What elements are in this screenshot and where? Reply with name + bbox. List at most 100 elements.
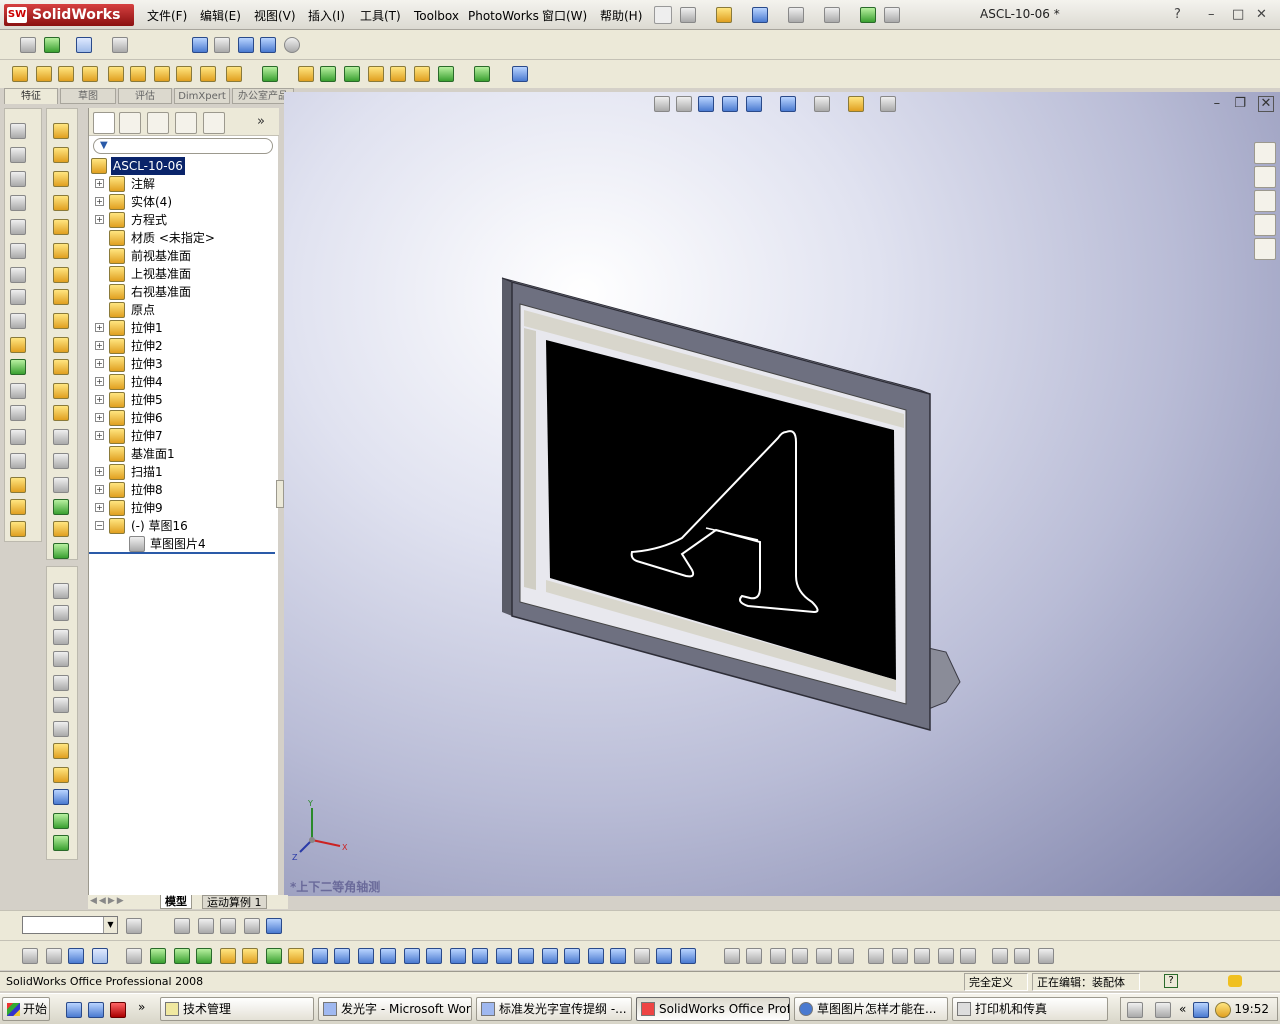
smart-mates-icon[interactable] <box>192 37 208 53</box>
tree-item[interactable]: 右视基准面 <box>89 283 277 301</box>
tool-icon[interactable] <box>53 675 69 691</box>
sketch-tool-icon[interactable] <box>960 948 976 964</box>
extrude-boss-icon[interactable] <box>12 66 28 82</box>
tool-icon[interactable] <box>53 313 69 329</box>
chevron-down-icon[interactable]: ▼ <box>103 917 117 933</box>
save-icon[interactable] <box>752 7 768 23</box>
tab-features[interactable]: 特征 <box>4 88 58 104</box>
taskbar-item-solidworks[interactable]: SolidWorks Office Profe... <box>636 997 790 1021</box>
tool-icon[interactable] <box>53 629 69 645</box>
help-question-icon[interactable]: ? <box>1164 974 1178 988</box>
tool-icon[interactable] <box>53 289 69 305</box>
filter-tool-icon[interactable] <box>656 948 672 964</box>
grid-icon[interactable] <box>112 37 128 53</box>
tool-icon[interactable] <box>53 383 69 399</box>
tool-icon[interactable] <box>10 147 26 163</box>
expand-toggle-icon[interactable]: + <box>95 197 104 206</box>
tree-item[interactable]: + 实体(4) <box>89 193 277 211</box>
hide-show-icon[interactable] <box>238 37 254 53</box>
graphics-viewport[interactable]: – ❐ ✕ Y X Z *上下二等角轴测 <box>284 92 1280 896</box>
filter-tool-icon[interactable] <box>588 948 604 964</box>
tool-icon[interactable] <box>10 243 26 259</box>
tool-icon[interactable] <box>53 429 69 445</box>
filter-tool-icon[interactable] <box>220 948 236 964</box>
taskbar-item-browser[interactable]: 草图图片怎样才能在... <box>794 997 948 1021</box>
tool-icon[interactable] <box>10 429 26 445</box>
undo-icon[interactable] <box>824 7 840 23</box>
filter-tool-icon[interactable] <box>126 948 142 964</box>
tool-icon[interactable] <box>53 789 69 805</box>
tool-icon[interactable] <box>10 383 26 399</box>
linear-pattern-icon[interactable] <box>262 66 278 82</box>
sketch-tool-icon[interactable] <box>746 948 762 964</box>
filter-tool-icon[interactable] <box>518 948 534 964</box>
rebuild-icon[interactable] <box>860 7 876 23</box>
menu-photoworks[interactable]: PhotoWorks <box>468 7 539 25</box>
solidworks-quick-launch-icon[interactable] <box>110 1002 126 1018</box>
tool-icon[interactable] <box>53 835 69 851</box>
menu-file[interactable]: 文件(F) <box>147 7 187 25</box>
filter-tool-icon[interactable] <box>196 948 212 964</box>
line-style-icon[interactable] <box>244 918 260 934</box>
taskbar-item-printers[interactable]: 打印机和传真 <box>952 997 1108 1021</box>
app-logo[interactable]: SW SolidWorks <box>4 4 134 26</box>
pin-icon[interactable] <box>654 6 672 24</box>
tree-item[interactable]: + 拉伸8 <box>89 481 277 499</box>
tool-icon[interactable] <box>10 171 26 187</box>
filter-tool-icon[interactable] <box>288 948 304 964</box>
expand-toggle-icon[interactable]: + <box>95 485 104 494</box>
sweep-icon[interactable] <box>58 66 74 82</box>
filter-tool-icon[interactable] <box>610 948 626 964</box>
filter-tool-icon[interactable] <box>22 948 38 964</box>
tree-item[interactable]: + 拉伸5 <box>89 391 277 409</box>
sketch-tool-icon[interactable] <box>792 948 808 964</box>
expand-toggle-icon[interactable]: + <box>95 413 104 422</box>
tree-item[interactable]: − (-) 草图16 <box>89 517 277 535</box>
tool-icon[interactable] <box>53 499 69 515</box>
tree-root[interactable]: ASCL-10-06 <box>89 157 277 175</box>
expand-toggle-icon[interactable]: − <box>95 521 104 530</box>
expand-toggle-icon[interactable]: + <box>95 503 104 512</box>
tree-item[interactable]: 基准面1 <box>89 445 277 463</box>
color-display-mode-icon[interactable] <box>266 918 282 934</box>
tool-icon[interactable] <box>10 359 26 375</box>
tool-icon[interactable] <box>53 219 69 235</box>
tree-item[interactable]: 原点 <box>89 301 277 319</box>
revolve-icon[interactable] <box>36 66 52 82</box>
help-icon[interactable]: ? <box>1174 7 1181 22</box>
tree-item[interactable]: 上视基准面 <box>89 265 277 283</box>
close-icon[interactable]: ✕ <box>1256 7 1267 22</box>
filter-tool-icon[interactable] <box>680 948 696 964</box>
tool-icon[interactable] <box>10 219 26 235</box>
tool-icon[interactable] <box>10 289 26 305</box>
menu-toolbox[interactable]: Toolbox <box>414 7 459 25</box>
menu-edit[interactable]: 编辑(E) <box>200 7 241 25</box>
revolve-cut-icon[interactable] <box>130 66 146 82</box>
sketch-tool-icon[interactable] <box>868 948 884 964</box>
rollback-bar[interactable] <box>89 552 275 554</box>
tab-scroll-arrows-icon[interactable]: ◀◀▶▶ <box>90 896 126 906</box>
tree-item-child[interactable]: 草图图片4 <box>89 535 277 553</box>
toolbar-toggle-icon[interactable] <box>44 37 60 53</box>
tool-icon[interactable] <box>53 123 69 139</box>
tree-item[interactable]: + 拉伸6 <box>89 409 277 427</box>
draft-icon[interactable] <box>344 66 360 82</box>
instant3d-icon[interactable] <box>512 66 528 82</box>
tool-icon[interactable] <box>10 337 26 353</box>
filter-tool-icon[interactable] <box>472 948 488 964</box>
tool-icon[interactable] <box>10 499 26 515</box>
filter-tool-icon[interactable] <box>334 948 350 964</box>
tool-icon[interactable] <box>53 697 69 713</box>
open-document-icon[interactable] <box>716 7 732 23</box>
tool-icon[interactable] <box>10 453 26 469</box>
chamfer-icon[interactable] <box>226 66 242 82</box>
layer-tool-icon[interactable] <box>126 918 142 934</box>
shell-icon[interactable] <box>320 66 336 82</box>
sketch-tool-icon[interactable] <box>1038 948 1054 964</box>
qq-icon[interactable] <box>1215 1002 1231 1018</box>
filter-tool-icon[interactable] <box>242 948 258 964</box>
tab-dimxpert[interactable]: DimXpert <box>174 88 230 104</box>
filter-tool-icon[interactable] <box>450 948 466 964</box>
filter-tool-icon[interactable] <box>634 948 650 964</box>
sketch-tool-icon[interactable] <box>914 948 930 964</box>
